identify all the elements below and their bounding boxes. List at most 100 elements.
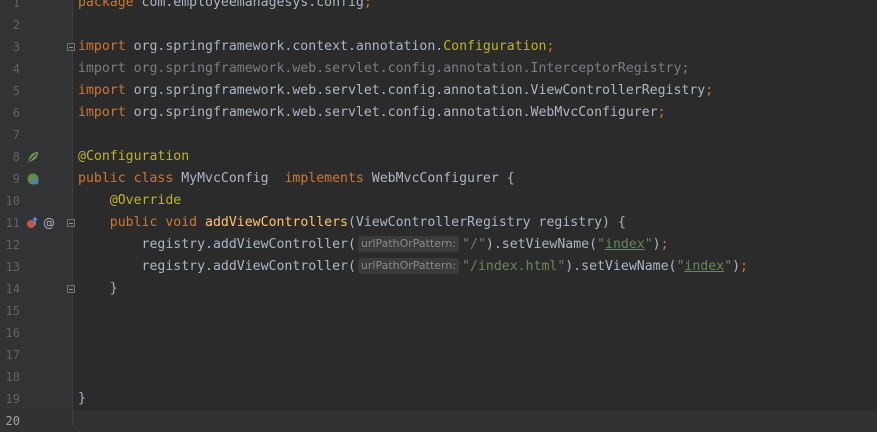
code-token: public void bbox=[109, 215, 206, 230]
code-token: ).setViewName( bbox=[485, 237, 598, 252]
code-line[interactable]: import org.springframework.web.servlet.c… bbox=[73, 58, 877, 80]
line-number: 1 bbox=[12, 0, 20, 10]
code-line[interactable] bbox=[73, 14, 877, 36]
line-number: 14 bbox=[5, 282, 20, 296]
code-token: ; bbox=[657, 105, 666, 120]
code-line[interactable] bbox=[73, 410, 877, 432]
code-text: } bbox=[78, 278, 118, 300]
code-token: index bbox=[605, 237, 645, 252]
code-token: ).setViewName( bbox=[565, 259, 677, 274]
line-number: 16 bbox=[5, 326, 20, 340]
code-text: import org.springframework.context.annot… bbox=[78, 36, 554, 58]
line-number: 2 bbox=[12, 18, 20, 32]
parameter-hint: urlPathOrPattern: bbox=[357, 258, 460, 274]
code-line[interactable]: registry.addViewController(urlPathOrPatt… bbox=[73, 234, 877, 256]
code-token: } bbox=[78, 391, 86, 406]
code-line[interactable]: @Configuration bbox=[73, 146, 877, 168]
line-number: 7 bbox=[12, 128, 20, 142]
code-text: @Configuration bbox=[78, 146, 189, 168]
code-line[interactable]: registry.addViewController(urlPathOrPatt… bbox=[73, 256, 877, 278]
code-line[interactable]: public void addViewControllers(ViewContr… bbox=[73, 212, 877, 234]
code-token: ; bbox=[705, 83, 714, 98]
code-token: com.employeemanagesys.config bbox=[141, 0, 364, 10]
code-text: @Override bbox=[78, 190, 181, 212]
code-token: @Override bbox=[109, 193, 182, 208]
line-number-gutter[interactable]: 1 2 3 4 5 6 7 8 9 10 11 12 13 14 15 16 17 18 19 20 @ bbox=[0, 0, 75, 432]
line-number: 6 bbox=[12, 106, 20, 120]
code-token: ; bbox=[546, 39, 555, 54]
code-token: " bbox=[644, 237, 653, 252]
code-token: org.springframework.web.servlet.config.a… bbox=[133, 105, 658, 120]
code-token: import org.springframework.web.servlet.c… bbox=[78, 61, 690, 76]
code-text: public void addViewControllers(ViewContr… bbox=[78, 212, 626, 234]
line-number: 12 bbox=[5, 238, 20, 252]
code-text: import org.springframework.web.servlet.c… bbox=[78, 80, 713, 102]
code-token: import bbox=[78, 39, 134, 54]
code-line[interactable] bbox=[73, 344, 877, 366]
code-line[interactable]: @Override bbox=[73, 190, 877, 212]
line-number: 9 bbox=[12, 172, 20, 186]
line-number: 5 bbox=[12, 84, 20, 98]
code-area[interactable]: package com.employeemanagesys.config; imp… bbox=[73, 0, 877, 432]
line-number: 8 bbox=[12, 150, 20, 164]
code-text: import org.springframework.web.servlet.c… bbox=[78, 102, 666, 124]
code-text: package com.employeemanagesys.config; bbox=[78, 0, 372, 14]
code-token: } bbox=[78, 281, 118, 296]
code-token: ) bbox=[652, 237, 661, 252]
line-number: 10 bbox=[5, 194, 20, 208]
code-line[interactable]: import org.springframework.web.servlet.c… bbox=[73, 102, 877, 124]
code-line[interactable] bbox=[73, 300, 877, 322]
line-number: 20 bbox=[5, 414, 20, 428]
line-number: 11 bbox=[5, 216, 20, 230]
code-token: implements bbox=[284, 171, 372, 186]
line-number: 19 bbox=[5, 392, 20, 406]
code-line[interactable]: import org.springframework.web.servlet.c… bbox=[73, 80, 877, 102]
code-token: (ViewControllerRegistry registry) { bbox=[347, 215, 626, 230]
code-line[interactable]: public class MyMvcConfig implements WebM… bbox=[73, 168, 877, 190]
code-token: " bbox=[724, 259, 733, 274]
code-token: org.springframework.context.annotation. bbox=[133, 39, 444, 54]
code-token: "/" bbox=[462, 237, 486, 252]
spring-bean-icon[interactable] bbox=[26, 150, 40, 164]
code-token: MyMvcConfig bbox=[181, 171, 285, 186]
code-line[interactable] bbox=[73, 322, 877, 344]
code-text: public class MyMvcConfig implements WebM… bbox=[78, 168, 515, 190]
code-line[interactable]: package com.employeemanagesys.config; bbox=[73, 0, 877, 14]
code-token: " bbox=[597, 237, 606, 252]
code-token: ; bbox=[660, 237, 669, 252]
line-number: 17 bbox=[5, 348, 20, 362]
code-line[interactable]: import org.springframework.context.annot… bbox=[73, 36, 877, 58]
line-number: 4 bbox=[12, 62, 20, 76]
code-line[interactable]: } bbox=[73, 278, 877, 300]
code-token: @Configuration bbox=[78, 149, 190, 164]
code-token: ; bbox=[740, 259, 748, 274]
code-token: import bbox=[78, 83, 134, 98]
parameter-hint: urlPathOrPattern: bbox=[357, 236, 460, 252]
code-line[interactable] bbox=[73, 124, 877, 146]
code-token: public class bbox=[78, 171, 182, 186]
code-editor[interactable]: 1 2 3 4 5 6 7 8 9 10 11 12 13 14 15 16 17 18 19 20 @ package… bbox=[0, 0, 877, 432]
line-number: 3 bbox=[12, 40, 20, 54]
code-token: Configuration bbox=[443, 39, 547, 54]
code-line[interactable] bbox=[73, 366, 877, 388]
code-token: addViewControllers bbox=[205, 215, 348, 230]
spring-beans-icon[interactable] bbox=[26, 172, 40, 186]
code-token: ; bbox=[363, 0, 372, 10]
code-token: "/index.html" bbox=[462, 259, 566, 274]
line-number: 18 bbox=[5, 370, 20, 384]
code-text: registry.addViewController(urlPathOrPatt… bbox=[78, 256, 748, 278]
code-text: } bbox=[78, 388, 86, 410]
code-text: import org.springframework.web.servlet.c… bbox=[78, 58, 689, 80]
override-method-icon[interactable] bbox=[25, 216, 39, 230]
code-token: ) bbox=[732, 259, 741, 274]
code-token: org.springframework.web.servlet.config.a… bbox=[133, 83, 706, 98]
line-number: 13 bbox=[5, 260, 20, 274]
line-number: 15 bbox=[5, 304, 20, 318]
code-token: registry.addViewController( bbox=[78, 259, 356, 274]
code-token: index bbox=[684, 259, 725, 274]
code-token: WebMvcConfigurer { bbox=[371, 171, 515, 186]
at-annotation-icon[interactable]: @ bbox=[43, 216, 55, 230]
code-line[interactable]: } bbox=[73, 388, 877, 410]
